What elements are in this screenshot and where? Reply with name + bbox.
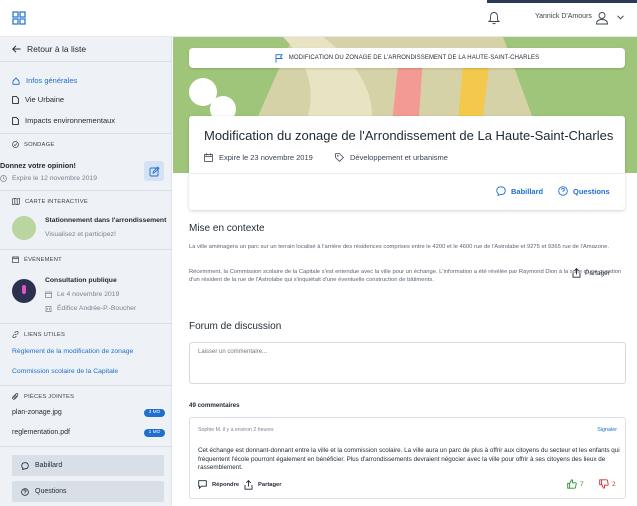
sondage-section-label: SONDAGE	[12, 141, 54, 148]
file-size-badge: 1 MO	[144, 429, 165, 437]
chevron-down-icon[interactable]	[617, 15, 624, 20]
sidebar-item-label: Vie Urbaine	[25, 95, 65, 104]
reply-button[interactable]: Répondre	[198, 480, 239, 489]
comment-share-button[interactable]: Partager	[244, 480, 282, 490]
link-commission-scolaire[interactable]: Commission scolaire de la Capitale	[12, 368, 118, 375]
calendar-icon	[204, 153, 213, 162]
share-icon	[572, 268, 581, 278]
paperclip-icon	[12, 393, 19, 400]
link-icon	[12, 331, 19, 338]
user-name[interactable]: Yannick D'Amours	[535, 13, 592, 20]
edit-opinion-button[interactable]	[144, 161, 164, 181]
grid-logo-icon[interactable]	[12, 11, 26, 25]
divider	[0, 385, 172, 386]
top-accent-bar	[487, 0, 637, 3]
comment-input[interactable]	[189, 342, 626, 384]
forum-heading: Forum de discussion	[189, 321, 282, 332]
file-plan-zonage[interactable]: plan-zonage.jpg	[12, 409, 62, 416]
divider	[0, 323, 172, 324]
sondage-title[interactable]: Donnez votre opinion!	[0, 161, 76, 170]
back-label: Retour à la liste	[27, 44, 87, 54]
dislike-button[interactable]: 2	[599, 479, 616, 489]
like-button[interactable]: 7	[567, 479, 584, 489]
map-icon	[12, 198, 20, 205]
report-link[interactable]: Signaler	[597, 427, 617, 433]
divider	[0, 249, 172, 250]
document-icon	[12, 116, 19, 125]
edit-icon	[149, 165, 160, 176]
comment-card: Sophie M. il y a environ 2 heures Signal…	[189, 417, 626, 499]
comment-body: Cet échange est donnant-donnant entre la…	[198, 447, 620, 471]
calendar-icon	[45, 291, 52, 298]
back-to-list-link[interactable]: Retour à la liste	[12, 44, 86, 54]
context-paragraph-2: Récemment, la Commission scolaire de la …	[189, 269, 622, 283]
share-icon	[244, 480, 253, 490]
calendar-icon	[12, 256, 19, 263]
map-thumbnail[interactable]	[12, 216, 36, 240]
event-thumbnail[interactable]	[12, 279, 36, 303]
microphone-icon	[22, 285, 26, 294]
questions-button[interactable]: Questions	[558, 186, 610, 196]
babillard-sidebar-button[interactable]: Babillard	[12, 455, 164, 476]
document-icon	[12, 95, 19, 104]
flag-icon	[275, 53, 283, 62]
divider	[0, 190, 172, 191]
building-icon	[45, 306, 52, 312]
carte-subtitle: Visualisez et participez!	[45, 231, 116, 238]
thumbs-up-icon	[567, 479, 577, 489]
page-title: Modification du zonage de l'Arrondisseme…	[204, 128, 614, 143]
divider	[0, 61, 172, 62]
file-reglementation[interactable]: reglementation.pdf	[12, 429, 70, 436]
bell-icon[interactable]	[488, 11, 500, 25]
context-paragraph-1: La ville aménagera un parc sur un terrai…	[189, 244, 609, 250]
check-circle-icon	[12, 141, 19, 148]
consultation-card: Modification du zonage de l'Arrondisseme…	[189, 116, 625, 210]
sidebar-item-infos[interactable]: Infos générales	[12, 76, 77, 85]
sidebar: Retour à la liste Infos générales Vie Ur…	[0, 37, 172, 506]
sidebar-item-impacts[interactable]: Impacts environnementaux	[12, 116, 115, 125]
chat-bubble-icon	[21, 461, 29, 470]
link-reglement[interactable]: Règlement de la modification de zonage	[12, 348, 133, 355]
sondage-expiry: Expire le 12 novembre 2019	[0, 175, 97, 182]
divider	[0, 446, 172, 447]
card-category: Développement et urbanisme	[335, 153, 448, 162]
event-place: Édifice Andrée-P.-Boucher	[45, 305, 136, 312]
sidebar-item-label: Infos générales	[26, 76, 78, 85]
event-title[interactable]: Consultation publique	[45, 277, 117, 284]
share-button[interactable]: Partager	[572, 268, 610, 278]
questions-sidebar-button[interactable]: Questions	[12, 481, 164, 502]
sidebar-item-label: Impacts environnementaux	[25, 116, 116, 125]
hero-banner: MODIFICATION DU ZONAGE DE L'ARRONDISSEME…	[189, 48, 625, 68]
carte-section-label: CARTE INTERACTIVE	[12, 198, 88, 205]
comment-count: 49 commentaires	[189, 402, 240, 409]
sidebar-item-vie-urbaine[interactable]: Vie Urbaine	[12, 95, 64, 104]
evenement-section-label: ÉVÉNEMENT	[12, 256, 62, 263]
top-bar: Yannick D'Amours	[0, 0, 637, 37]
divider	[189, 173, 625, 174]
question-circle-icon	[558, 186, 568, 196]
liens-section-label: LIENS UTILES	[12, 331, 65, 338]
context-heading: Mise en contexte	[189, 223, 265, 234]
question-circle-icon	[21, 487, 29, 496]
divider	[0, 133, 172, 134]
event-date: Le 4 novembre 2019	[45, 291, 119, 298]
pieces-section-label: PIÈCES JOINTES	[12, 393, 74, 400]
thumbs-down-icon	[599, 479, 609, 489]
tag-icon	[335, 153, 344, 162]
chat-bubble-icon	[198, 480, 207, 489]
babillard-button[interactable]: Babillard	[496, 186, 543, 196]
card-expiry: Expire le 23 novembre 2019	[204, 153, 313, 162]
file-size-badge: 3 MO	[144, 409, 165, 417]
comment-author: Sophie M. il y a environ 2 heures	[198, 427, 274, 433]
person-icon[interactable]	[595, 11, 609, 25]
clock-icon	[0, 175, 7, 182]
carte-title[interactable]: Stationnement dans l'arrondissement	[45, 217, 166, 224]
chat-bubble-icon	[496, 186, 506, 196]
arrow-left-icon	[12, 45, 21, 53]
home-icon	[12, 76, 20, 85]
